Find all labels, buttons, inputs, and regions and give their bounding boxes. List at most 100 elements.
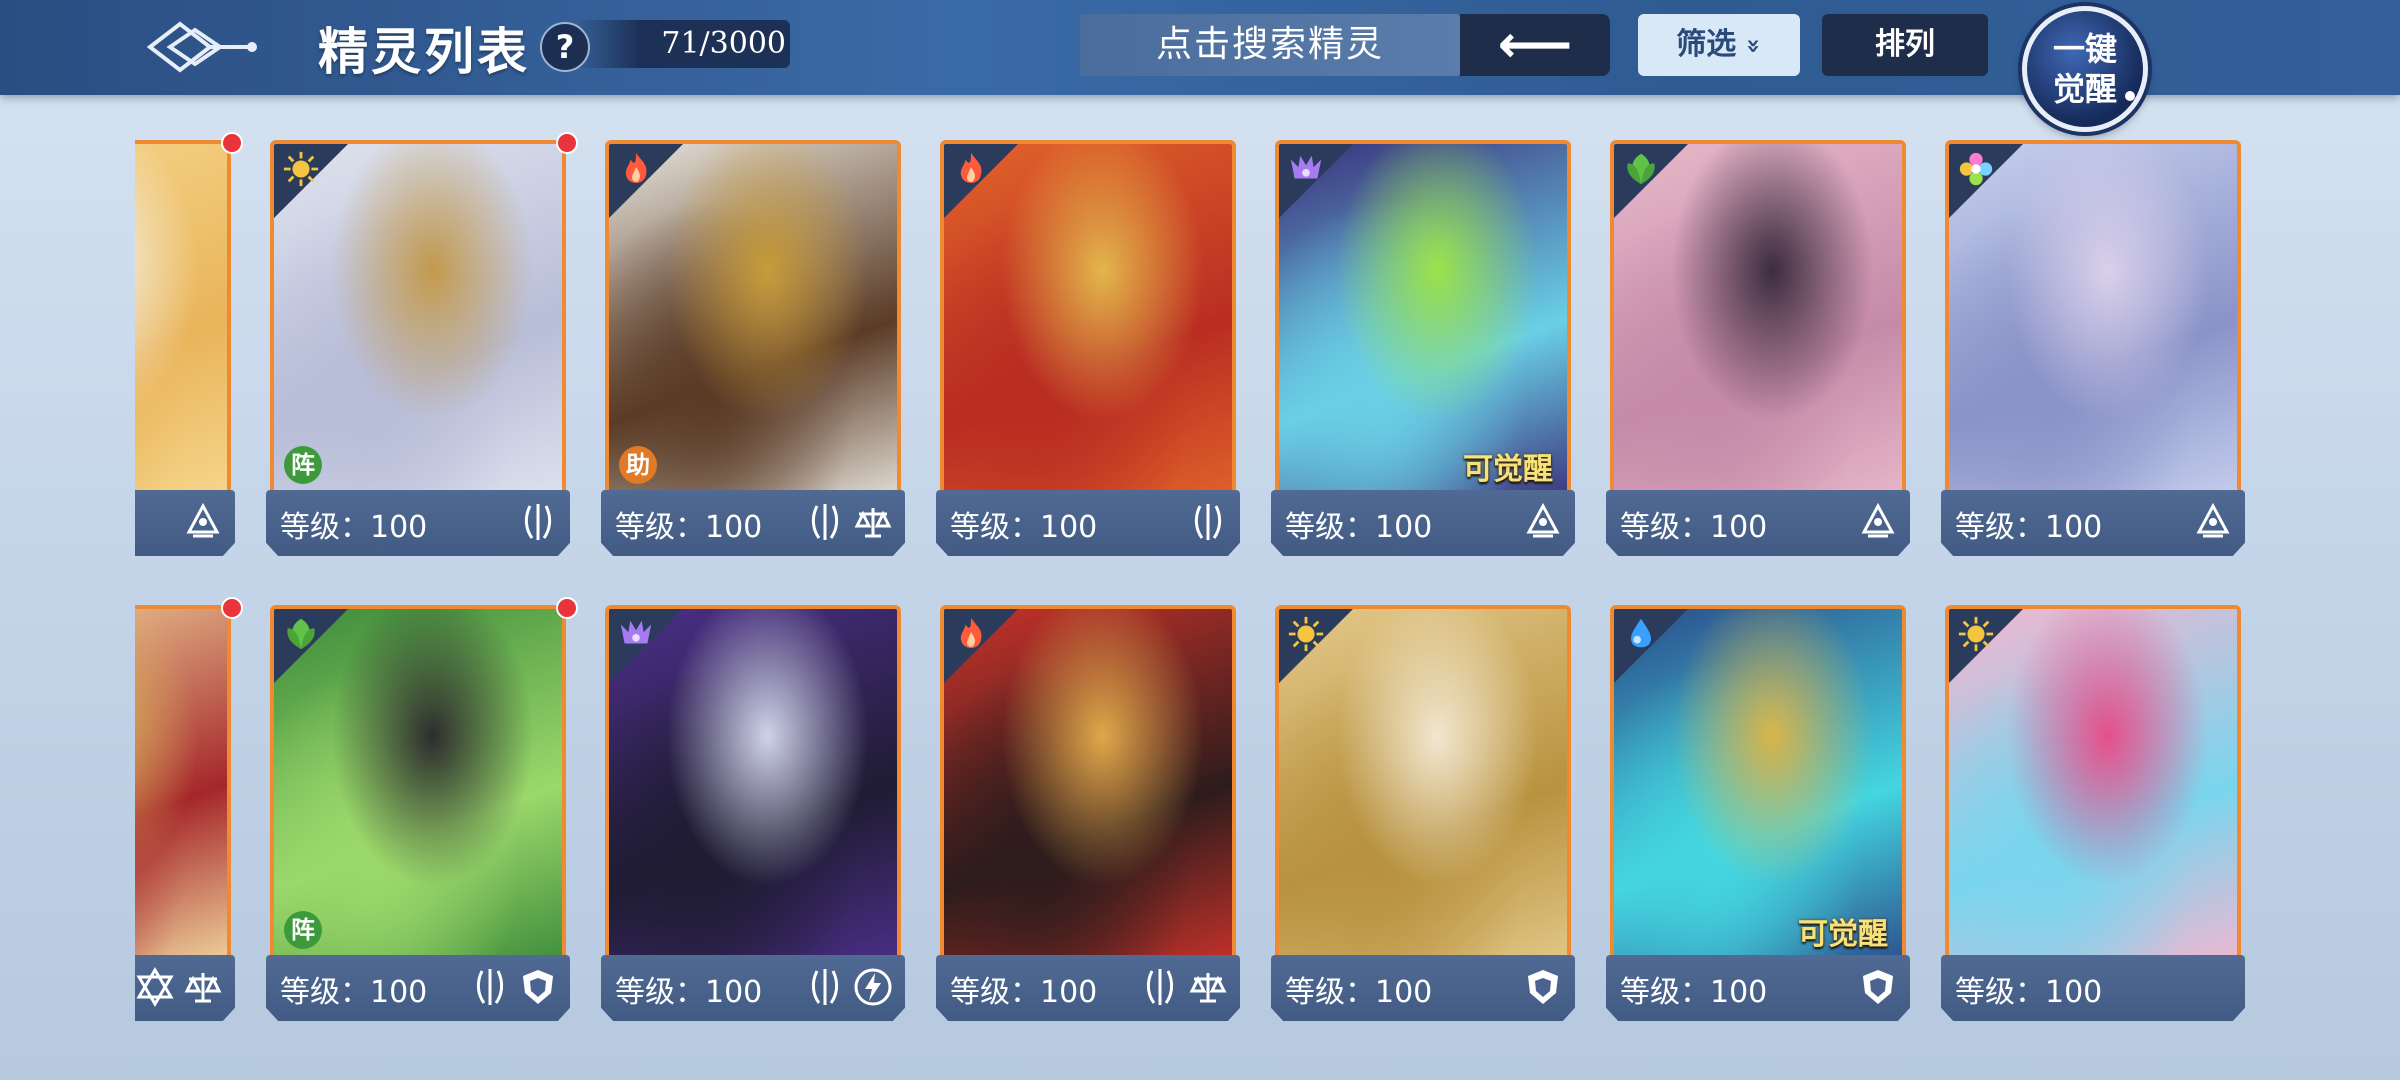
spirit-info-bar: 等级：100 xyxy=(1941,955,2245,1021)
sort-button[interactable]: 排列 xyxy=(1822,14,1988,76)
star-icon xyxy=(135,967,175,1007)
fire-element-icon xyxy=(617,150,655,188)
spirit-portrait-frame xyxy=(1945,140,2241,510)
spirit-info-bar: 等级：100 xyxy=(266,955,570,1021)
spirit-portrait-frame: 可觉醒 xyxy=(1275,140,1571,510)
spirit-portrait-frame xyxy=(940,140,1236,510)
spirit-portrait-frame: 可觉醒 xyxy=(1610,605,1906,975)
spirit-level: 等级：100 xyxy=(1285,975,1433,1010)
sparkle-icon xyxy=(2125,91,2135,101)
spirit-portrait-frame xyxy=(135,140,231,510)
dark-element-icon xyxy=(617,615,655,653)
page-title: 精灵列表 xyxy=(318,23,530,81)
trait-icons xyxy=(183,502,223,542)
spirit-card[interactable]: 阵等级：100 xyxy=(266,132,578,565)
grass-element-icon xyxy=(1622,150,1660,188)
chevron-down-icon: » xyxy=(1739,38,1768,54)
spirit-level: 等级：100 xyxy=(280,510,428,545)
role-tag: 助 xyxy=(619,446,657,484)
light-element-icon xyxy=(282,150,320,188)
back-emblem-icon[interactable] xyxy=(140,14,260,80)
chaos-element-icon xyxy=(1957,150,1995,188)
book-icon xyxy=(183,502,223,542)
spirit-card[interactable]: 等级：100 xyxy=(1941,140,2245,565)
notification-dot xyxy=(556,597,578,619)
book-icon xyxy=(2193,502,2233,542)
back-arrow-button[interactable]: ⟵ xyxy=(1460,14,1610,76)
awaken-all-line2: 觉醒 xyxy=(2052,70,2117,108)
spirit-info-bar: 等级：100 xyxy=(601,955,905,1021)
spirit-info-bar: 等级：0 xyxy=(135,955,235,1021)
spirit-level: 等级：100 xyxy=(280,975,428,1010)
spirit-card[interactable]: 等级：0 xyxy=(135,597,243,1030)
spirit-card[interactable]: 等级：100 xyxy=(936,140,1240,565)
scale-icon xyxy=(183,967,223,1007)
spirit-info-bar: 等级：100 xyxy=(1271,955,1575,1021)
spirit-level: 等级：100 xyxy=(615,510,763,545)
trait-icons xyxy=(1188,502,1228,542)
spirit-card[interactable]: 可觉醒 等级：100 xyxy=(1271,140,1575,565)
spirit-level: 等级：100 xyxy=(1955,510,2103,545)
awaken-available-label: 可觉醒 xyxy=(1798,917,1888,952)
spirit-info-bar: 等级：100 xyxy=(1941,490,2245,556)
spirit-card[interactable]: 等级：100 xyxy=(601,605,905,1030)
water-element-icon xyxy=(1622,615,1660,653)
shield-icon xyxy=(1858,967,1898,1007)
trait-icons xyxy=(470,967,558,1007)
search-spirit-field[interactable]: 点击搜索精灵 xyxy=(1080,14,1460,76)
spirit-card[interactable]: 等级：100 xyxy=(936,605,1240,1030)
spirit-card[interactable]: 等级：100 xyxy=(1941,605,2245,1030)
spirit-card[interactable]: 等级：100 xyxy=(1271,605,1575,1030)
spirit-card[interactable]: 等级：100 xyxy=(1606,140,1910,565)
spirit-level: 等级：100 xyxy=(615,975,763,1010)
trait-icons xyxy=(518,502,558,542)
fire-element-icon xyxy=(952,150,990,188)
trait-icons xyxy=(1858,502,1898,542)
spirit-info-bar: 等级：100 xyxy=(1606,490,1910,556)
spirit-level: 等级：100 xyxy=(1285,510,1433,545)
spirit-level: 等级：100 xyxy=(950,510,1098,545)
shield-icon xyxy=(1523,967,1563,1007)
spirit-portrait-frame xyxy=(1610,140,1906,510)
spirit-card[interactable]: 阵等级：100 xyxy=(266,597,578,1030)
claw-icon xyxy=(805,967,845,1007)
spirit-card[interactable]: 等级：0 xyxy=(135,132,243,565)
trait-icons xyxy=(1523,502,1563,542)
notification-dot xyxy=(556,132,578,154)
spirit-info-bar: 等级：100 xyxy=(266,490,570,556)
spirit-info-bar: 等级：100 xyxy=(601,490,905,556)
trait-icons xyxy=(805,502,893,542)
notification-dot xyxy=(221,132,243,154)
spirit-portrait-frame xyxy=(1945,605,2241,975)
spirit-level: 等级：100 xyxy=(1955,975,2103,1010)
spirit-count: 71/3000 xyxy=(575,20,790,68)
claw-icon xyxy=(470,967,510,1007)
spirit-portrait xyxy=(135,609,227,971)
trait-icons xyxy=(2193,502,2233,542)
spirit-grid: 等级：0阵等级：100助等级：100等级：100可觉醒等级：100等级：100等… xyxy=(135,120,2265,1040)
spirit-level: 等级：100 xyxy=(1620,975,1768,1010)
spirit-info-bar: 等级：100 xyxy=(936,490,1240,556)
spirit-info-bar: 等级：100 xyxy=(1271,490,1575,556)
role-tag: 阵 xyxy=(284,446,322,484)
notification-dot xyxy=(221,597,243,619)
awaken-all-button[interactable]: 一键 觉醒 xyxy=(2022,6,2148,132)
help-icon[interactable]: ? xyxy=(540,22,590,72)
awaken-available-label: 可觉醒 xyxy=(1463,452,1553,487)
role-tag: 阵 xyxy=(284,911,322,949)
claw-icon xyxy=(1188,502,1228,542)
book-icon xyxy=(1858,502,1898,542)
spirit-portrait-frame: 阵 xyxy=(270,140,566,510)
trait-icons xyxy=(805,967,893,1007)
spirit-portrait-frame: 阵 xyxy=(270,605,566,975)
spirit-level: 等级：100 xyxy=(1620,510,1768,545)
spirit-card[interactable]: 可觉醒 等级：100 xyxy=(1606,605,1910,1030)
claw-icon xyxy=(805,502,845,542)
spirit-info-bar: 等级：100 xyxy=(1606,955,1910,1021)
claw-icon xyxy=(1140,967,1180,1007)
trait-icons xyxy=(1858,967,1898,1007)
spirit-card[interactable]: 助等级：100 xyxy=(601,140,905,565)
filter-button[interactable]: 筛选» xyxy=(1638,14,1800,76)
scale-icon xyxy=(853,502,893,542)
claw-icon xyxy=(518,502,558,542)
